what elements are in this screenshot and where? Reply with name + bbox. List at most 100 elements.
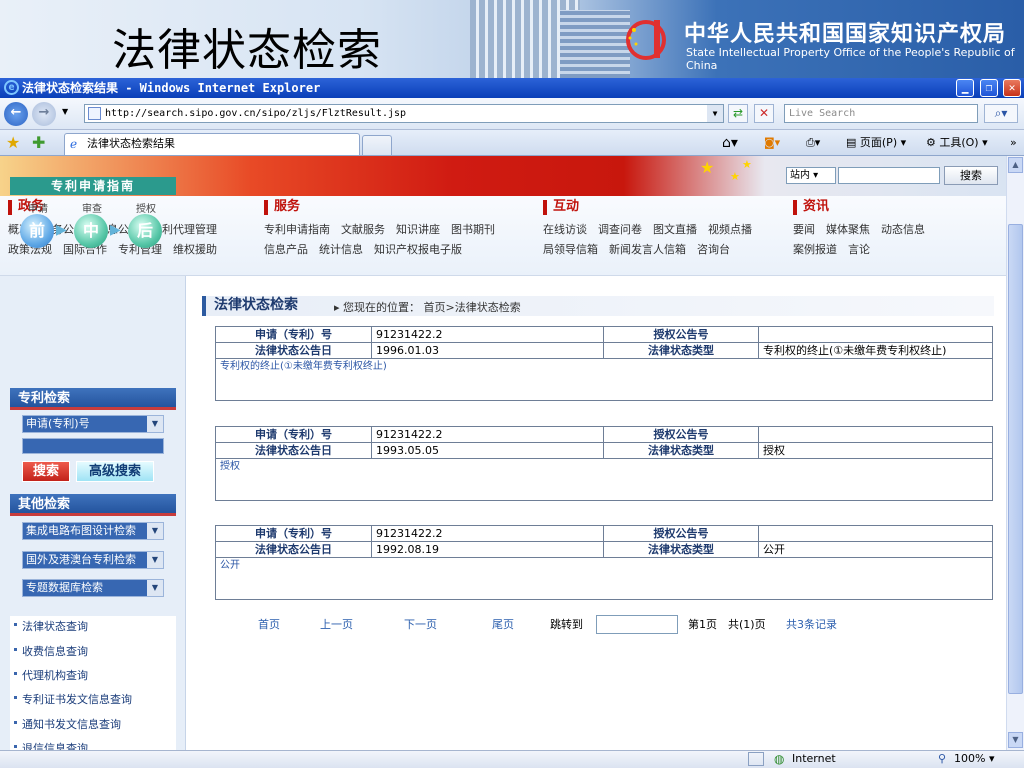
patent-search-type-select[interactable]: 申请(专利)号 ▼	[22, 415, 164, 433]
nav-column: 服务专利申请指南 文献服务 知识讲座 图书期刊信息产品 统计信息 知识产权报电子版	[264, 200, 506, 263]
nav-link[interactable]: 咨询台	[697, 243, 730, 256]
nav-link[interactable]: 图文直播	[653, 223, 697, 236]
foreign-search-select[interactable]: 国外及港澳台专利检索 ▼	[22, 551, 164, 569]
nav-link[interactable]: 视频点播	[708, 223, 752, 236]
record-count: 共3条记录	[786, 618, 837, 631]
home-icon[interactable]: ⌂▾	[722, 134, 738, 152]
nav-link[interactable]: 专利申请指南	[264, 223, 330, 236]
zone-label: Internet	[792, 752, 836, 765]
nav-column-title[interactable]: 资讯	[793, 200, 936, 215]
site-search-button[interactable]: 搜索	[944, 166, 998, 185]
nav-link[interactable]: 媒体聚焦	[826, 223, 870, 236]
nav-link[interactable]: 信息产品	[264, 243, 308, 256]
nav-link[interactable]: 统计信息	[319, 243, 363, 256]
app-no-label: 申请（专利）号	[215, 525, 372, 542]
date-value: 1992.08.19	[371, 541, 604, 558]
ic-layout-search-select[interactable]: 集成电路布图设计检索 ▼	[22, 522, 164, 540]
sidebar-link[interactable]: 收费信息查询	[14, 643, 88, 659]
sidebar-link[interactable]: 专利证书发文信息查询	[14, 691, 132, 707]
result-record-table: 申请（专利）号 91231422.2 授权公告号 法律状态公告日 1996.01.03 法…	[215, 326, 993, 401]
table-row: 公开	[215, 557, 993, 600]
nav-link[interactable]: 知识产权报电子版	[374, 243, 462, 256]
guide-title[interactable]: 专利申请指南	[10, 177, 176, 195]
stage-during-button[interactable]: 中	[74, 214, 108, 248]
nav-link[interactable]: 知识讲座	[396, 223, 440, 236]
zoom-level[interactable]: 100% ▾	[954, 751, 994, 767]
nav-row: 局领导信箱 新闻发言人信箱 咨询台	[543, 243, 763, 257]
scroll-up-icon[interactable]: ▲	[1008, 157, 1023, 173]
patent-search-button[interactable]: 搜索	[22, 461, 70, 482]
nav-link[interactable]: 言论	[848, 243, 870, 256]
scroll-thumb[interactable]	[1008, 224, 1023, 694]
address-input[interactable]: http://search.sipo.gov.cn/sipo/zljs/Flzt…	[84, 104, 724, 123]
live-search-input[interactable]: Live Search	[784, 104, 978, 123]
minimize-button[interactable]: ▁	[956, 79, 974, 97]
stop-icon[interactable]: ✕	[754, 104, 774, 123]
nav-link[interactable]: 新闻发言人信箱	[609, 243, 686, 256]
page-menu[interactable]: ▤ 页面(P) ▾	[846, 134, 906, 152]
stage-before-button[interactable]: 前	[20, 214, 54, 248]
tools-menu[interactable]: ⚙ 工具(O) ▾	[926, 134, 988, 152]
last-page-link[interactable]: 尾页	[492, 616, 514, 632]
nav-column-title[interactable]: 服务	[264, 200, 506, 215]
grant-no-label: 授权公告号	[603, 326, 759, 343]
type-label: 法律状态类型	[603, 541, 759, 558]
advanced-search-button[interactable]: 高级搜索	[76, 461, 154, 482]
first-page-link[interactable]: 首页	[258, 616, 280, 632]
table-row: 申请（专利）号 91231422.2 授权公告号	[215, 426, 993, 443]
search-go-icon[interactable]: ⌕▾	[984, 104, 1018, 123]
chevron-more-icon[interactable]: »	[1010, 134, 1017, 152]
scroll-down-icon[interactable]: ▼	[1008, 732, 1023, 748]
vertical-scrollbar[interactable]: ▲ ▼	[1006, 156, 1024, 750]
table-row: 申请（专利）号 91231422.2 授权公告号	[215, 525, 993, 542]
sipo-logo-icon	[626, 20, 666, 60]
prev-page-link[interactable]: 上一页	[320, 616, 353, 632]
nav-link[interactable]: 动态信息	[881, 223, 925, 236]
sidebar-link[interactable]: 代理机构查询	[14, 667, 88, 683]
page-icon	[88, 107, 101, 120]
app-no-value: 91231422.2	[371, 426, 604, 443]
address-dropdown-icon[interactable]: ▼	[707, 105, 723, 122]
jump-page-input[interactable]	[596, 615, 678, 634]
nav-link[interactable]: 调查问卷	[598, 223, 642, 236]
back-button[interactable]: ←	[4, 102, 28, 126]
nav-link[interactable]: 在线访谈	[543, 223, 587, 236]
nav-link[interactable]: 案例报道	[793, 243, 837, 256]
next-page-link[interactable]: 下一页	[404, 616, 437, 632]
restore-button[interactable]: ❐	[980, 79, 998, 97]
nav-link[interactable]: 维权援助	[173, 243, 217, 256]
new-tab-button[interactable]	[362, 135, 392, 155]
type-label: 法律状态类型	[603, 342, 759, 359]
zoom-icon: ⚲	[938, 752, 947, 765]
nav-link[interactable]: 局领导信箱	[543, 243, 598, 256]
site-search-scope[interactable]: 站内 ▾	[786, 167, 836, 184]
tools-menu-label: 工具(O)	[939, 136, 979, 149]
stage-label: 授权	[136, 204, 156, 215]
sidebar-link[interactable]: 法律状态查询	[14, 618, 88, 634]
nav-column-title[interactable]: 互动	[543, 200, 763, 215]
window-titlebar[interactable]: e 法律状态检索结果 - Windows Internet Explorer ▁…	[0, 78, 1024, 98]
sidebar-link[interactable]: 通知书发文信息查询	[14, 716, 121, 732]
nav-link[interactable]: 要闻	[793, 223, 815, 236]
feeds-icon[interactable]: ◙▾	[764, 134, 780, 152]
site-search-input[interactable]	[838, 167, 940, 184]
chevron-down-icon: ▼	[147, 552, 163, 568]
refresh-icon[interactable]: ⇄	[728, 104, 748, 123]
nav-link[interactable]: 文献服务	[341, 223, 385, 236]
print-icon[interactable]: ⎙▾	[806, 134, 820, 152]
patent-search-input[interactable]	[22, 438, 164, 454]
history-dropdown-icon[interactable]: ▼	[62, 107, 68, 116]
sidebar-link[interactable]: 退信信息查询	[14, 740, 88, 750]
favorites-star-icon[interactable]: ★	[6, 133, 20, 152]
nav-row: 案例报道 言论	[793, 243, 936, 257]
stage-after-button[interactable]: 后	[128, 214, 162, 248]
jump-label: 跳转到	[550, 618, 583, 631]
sipo-banner: 法律状态检索 中华人民共和国国家知识产权局 State Intellectual…	[0, 0, 1024, 78]
tab-current[interactable]: ℯ 法律状态检索结果	[64, 133, 360, 155]
nav-link[interactable]: 图书期刊	[451, 223, 495, 236]
topic-db-search-select[interactable]: 专题数据库检索 ▼	[22, 579, 164, 597]
forward-button[interactable]: →	[32, 102, 56, 126]
close-window-button[interactable]: ✕	[1003, 79, 1021, 97]
add-favorite-icon[interactable]: ✚	[32, 133, 45, 152]
page-title: 法律状态检索	[214, 297, 298, 313]
